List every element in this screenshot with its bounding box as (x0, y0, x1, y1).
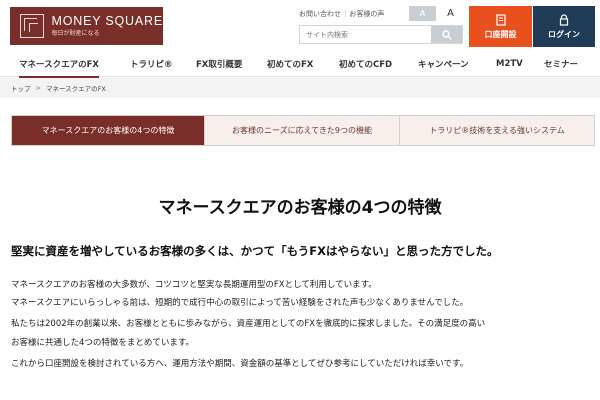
body-paragraph: マネースクエアのお客様の大多数が、コツコツと堅実な長期運用型のFXとして利用して… (11, 280, 377, 290)
tab-four-features[interactable]: マネースクエアのお客様の4つの特徴 (12, 116, 205, 145)
nav-item-trarepi[interactable]: トラリピ® (130, 50, 173, 77)
nav-item-m2tv[interactable]: M2TV (496, 50, 523, 77)
tab-strong-system[interactable]: トラリピ®技術を支える強いシステム (400, 116, 594, 145)
breadcrumb-current: マネースクエアのFX (45, 85, 106, 93)
logo-subtitle: 毎日が財産になる (51, 29, 100, 37)
utility-links: お問い合わせ | お客様の声 (299, 9, 384, 19)
logo-mark-icon (20, 14, 44, 38)
nav-item-money-square-fx[interactable]: マネースクエアのFX (19, 50, 99, 78)
logo-title: MONEY SQUARE (51, 14, 163, 29)
tab-nine-functions[interactable]: お客様のニーズに応えてきた9つの機能 (205, 116, 400, 145)
search-input[interactable] (300, 26, 431, 43)
document-icon (495, 13, 506, 26)
customer-voice-link[interactable]: お客様の声 (349, 10, 384, 18)
site-search (299, 25, 463, 44)
site-header: MONEY SQUARE 毎日が財産になる お問い合わせ|お客様の声 A A 口… (0, 0, 600, 50)
nav-item-campaign[interactable]: キャンペーン (418, 50, 469, 77)
lock-icon (559, 13, 569, 26)
page-title: マネースクエアのお客様の4つの特徴 (158, 198, 442, 218)
login-button[interactable]: ログイン (533, 6, 595, 47)
font-size-large-button[interactable]: A (437, 6, 464, 21)
search-button[interactable] (431, 26, 462, 43)
breadcrumb-home-link[interactable]: トップ (11, 83, 31, 93)
breadcrumb: トップ > マネースクエアのFX (0, 78, 600, 98)
nav-item-first-fx[interactable]: 初めてのFX (267, 50, 313, 77)
body-paragraph: マネースクエアにいらっしゃる前は、短期的で成行中心の取引によって苦い経験をされた… (11, 298, 469, 308)
lead-heading: 堅実に資産を増やしているお客様の多くは、かつて「もうFXはやらない」と思った方で… (11, 244, 499, 258)
open-account-button[interactable]: 口座開設 (469, 6, 532, 47)
login-label: ログイン (548, 29, 580, 39)
search-icon (441, 29, 452, 40)
utility-divider: | (344, 10, 347, 18)
contact-link[interactable]: お問い合わせ (299, 10, 341, 18)
nav-item-fx-overview[interactable]: FX取引概要 (196, 50, 242, 77)
nav-item-seminar[interactable]: セミナー (544, 50, 578, 77)
font-size-small-button[interactable]: A (409, 6, 436, 21)
body-paragraph: お客様に共通した4つの特徴をまとめています。 (11, 338, 195, 348)
body-paragraph: 私たちは2002年の創業以来、お客様とともに歩みながら、資産運用としてのFXを徹… (11, 319, 486, 329)
nav-item-first-cfd[interactable]: 初めてのCFD (339, 50, 392, 77)
breadcrumb-separator: > (35, 84, 41, 92)
global-nav: マネースクエアのFX トラリピ® FX取引概要 初めてのFX 初めてのCFD キ… (0, 50, 600, 78)
body-paragraph: これから口座開設を検討されている方へ、運用方法や期間、資金額の基準としてぜひ参考… (11, 359, 469, 369)
feature-tabs: マネースクエアのお客様の4つの特徴 お客様のニーズに応えてきた9つの機能 トラリ… (11, 115, 595, 146)
open-account-label: 口座開設 (484, 29, 517, 39)
money-square-logo[interactable]: MONEY SQUARE 毎日が財産になる (10, 7, 163, 45)
